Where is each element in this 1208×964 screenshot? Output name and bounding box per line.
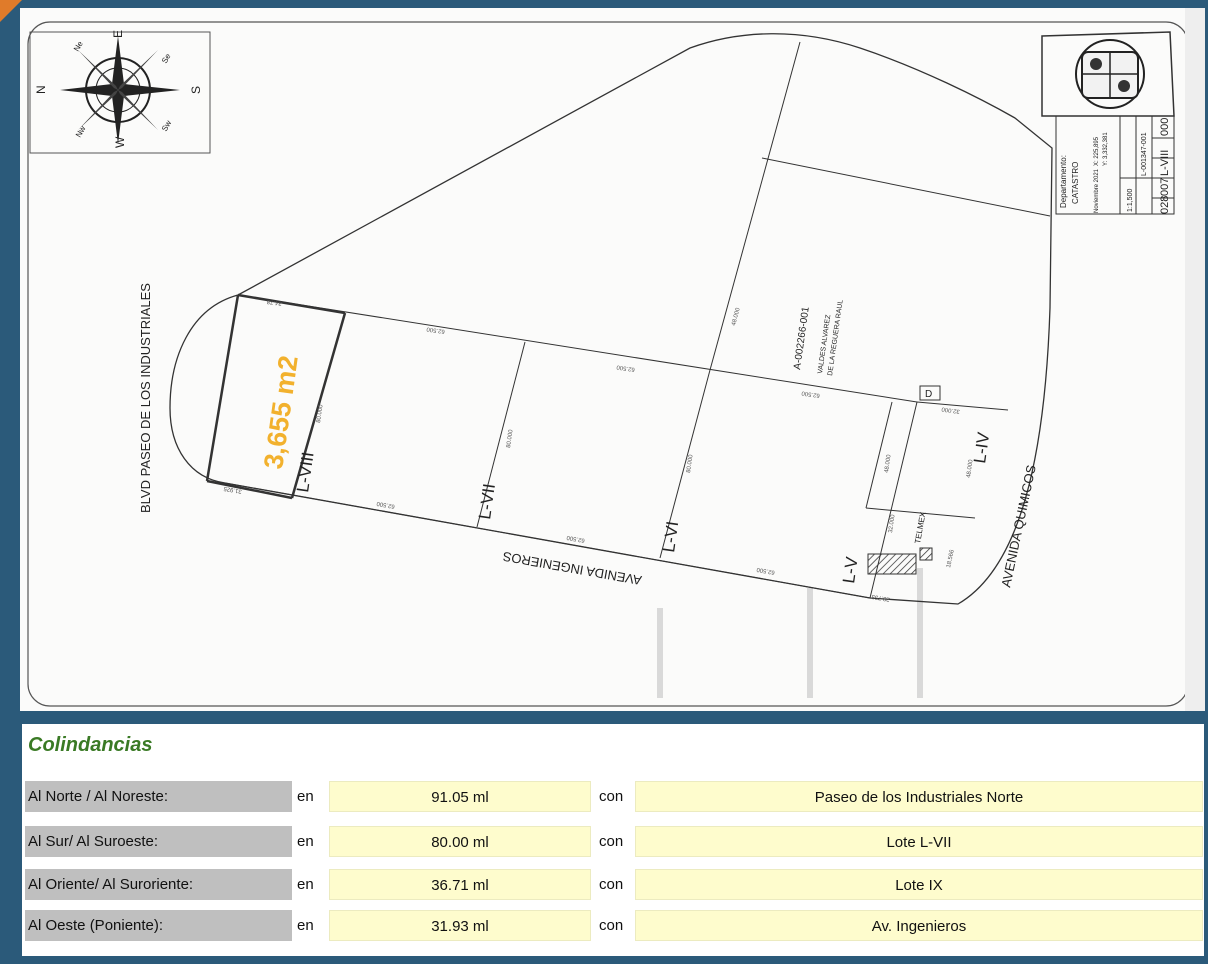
compass-nw: Nw (74, 124, 88, 139)
compass-n: N (34, 85, 48, 94)
cadastral-map: N S E W Ne Se Nw Sw Departamento: CATAST… (20, 8, 1205, 711)
row-value: 31.93 ml (329, 910, 591, 941)
background-features (657, 568, 923, 698)
dim-l4-side-1: 48.000 (884, 454, 893, 474)
row-value: 36.71 ml (329, 869, 591, 900)
street-avenida-quimicos: AVENIDA QUIMICOS (998, 463, 1039, 588)
dim-l8-side: 80.000 (316, 404, 325, 424)
compass-w: W (113, 136, 127, 148)
row-en: en (294, 869, 327, 900)
row-direction: Al Oeste (Poniente): (25, 910, 292, 941)
lot-label-l5: L-V (839, 555, 862, 584)
row-en: en (294, 910, 327, 941)
row-con: con (596, 869, 633, 900)
table-row-oeste: Al Oeste (Poniente): en 31.93 ml con Av.… (25, 910, 1203, 941)
dim-l6-top: 62.500 (616, 363, 636, 372)
code-region: 028 (1159, 196, 1171, 214)
dim-l4-side-2: 48.000 (966, 459, 975, 479)
plan-clave: L-001347-001 (1141, 132, 1148, 176)
department-name: CATASTRO (1071, 162, 1080, 204)
map-drawing: N S E W Ne Se Nw Sw Departamento: CATAST… (27, 8, 1205, 711)
plan-date: Noviembre 2021 (1094, 168, 1100, 213)
row-neighbor: Paseo de los Industriales Norte (635, 781, 1203, 812)
row-con: con (596, 910, 633, 941)
table-row-norte: Al Norte / Al Noreste: en 91.05 ml con P… (25, 781, 1203, 812)
dim-l7-bottom: 62.500 (376, 500, 396, 509)
street-avenida-ingenieros: AVENIDA INGENIEROS (501, 549, 642, 588)
dim-l8-top: 34.78 (266, 298, 282, 306)
coord-y: Y: 3,332,381 (1103, 132, 1109, 166)
dim-l5-bottom: 62.500 (756, 566, 776, 575)
coord-x: X: 225,895 (1094, 136, 1100, 166)
row-en: en (294, 826, 327, 857)
paper-edge (1185, 8, 1205, 711)
row-direction: Al Sur/ Al Suroeste: (25, 826, 292, 857)
row-con: con (596, 826, 633, 857)
compass-rose: N S E W Ne Se Nw Sw (29, 30, 211, 154)
row-en: en (294, 781, 327, 812)
dim-small-1: 32.000 (888, 514, 897, 534)
row-value: 91.05 ml (329, 781, 591, 812)
compass-ne: Ne (72, 39, 85, 53)
row-direction: Al Oriente/ Al Suroriente: (25, 869, 292, 900)
row-neighbor: Lote L-VII (635, 826, 1203, 857)
dim-small-3: 18.566 (946, 549, 956, 569)
code-lote: L-VIII (1159, 150, 1171, 176)
dim-l7-top: 62.500 (426, 325, 446, 334)
parcel-id: A-002266-001 (792, 306, 812, 371)
dim-l6-side: 80.000 (686, 454, 695, 474)
lot-label-l8: L-VIII (293, 451, 317, 494)
row-neighbor: Lote IX (635, 869, 1203, 900)
compass-s: S (189, 86, 203, 94)
dim-l6-bottom: 62.500 (566, 534, 586, 543)
dim-l5-top: 62.500 (801, 389, 821, 398)
code-sector: 000 (1159, 118, 1171, 136)
compass-sw: Sw (160, 119, 173, 133)
owner-line-2: DE LA REGUERA RAUL (827, 299, 845, 376)
row-con: con (596, 781, 633, 812)
dim-l4-top: 32.000 (941, 405, 961, 414)
row-neighbor: Av. Ingenieros (635, 910, 1203, 941)
telmex-label: TELMEX (913, 511, 928, 545)
table-row-oriente: Al Oriente/ Al Suroriente: en 36.71 ml c… (25, 869, 1203, 900)
plan-scale: 1:1,500 (1127, 189, 1134, 212)
area-label: 3,655 m2 (258, 354, 304, 471)
row-value: 80.00 ml (329, 826, 591, 857)
d-box-label: D (925, 389, 932, 400)
compass-e: E (111, 30, 125, 38)
compass-se: Se (160, 52, 173, 65)
code-manzana: 007 (1159, 178, 1171, 196)
colindancias-title: Colindancias (28, 734, 153, 756)
lot-label-l4: L-IV (970, 430, 993, 464)
corner-accent (0, 0, 22, 22)
street-blvd-industriales: BLVD PASEO DE LOS INDUSTRIALES (138, 283, 153, 513)
dim-upper: 48.000 (731, 307, 742, 327)
department-label: Departamento: (1059, 155, 1068, 208)
row-direction: Al Norte / Al Noreste: (25, 781, 292, 812)
dim-small-2: 28.753 (871, 593, 891, 602)
lot-label-l7: L-VII (475, 482, 499, 520)
dim-l7-side: 80.000 (506, 429, 515, 449)
table-row-sur: Al Sur/ Al Suroeste: en 80.00 ml con Lot… (25, 826, 1203, 857)
colindancias-panel: Colindancias Al Norte / Al Noreste: en 9… (22, 724, 1204, 956)
paper-border (27, 21, 1189, 707)
lot-label-l6: L-VI (659, 520, 682, 554)
title-block: Departamento: CATASTRO Noviembre 2021 X:… (1041, 31, 1175, 215)
